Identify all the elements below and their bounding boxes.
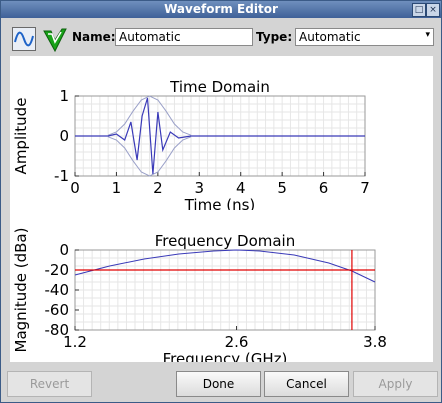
maximize-button[interactable]: □	[412, 3, 426, 17]
x-tick-label: 5	[277, 179, 287, 197]
window-title: Waveform Editor	[164, 2, 278, 16]
pulse-trace	[75, 97, 365, 175]
x-tick-label: 1	[112, 179, 122, 197]
type-select-value: Automatic	[299, 30, 361, 44]
y-tick-label: -60	[45, 301, 70, 319]
type-select[interactable]: Automatic ▾	[295, 28, 434, 46]
y-tick-label: 0	[59, 127, 69, 145]
done-button[interactable]: Done	[176, 371, 261, 397]
y-tick-label: -40	[45, 281, 70, 299]
time-domain-panel: 0 1 2 3 4 5 6 7 1 0 -1 Time Domain Time (ns) Amplitud…	[10, 56, 433, 216]
y-axis-label: Amplitude	[12, 98, 30, 175]
y-tick-label: -20	[45, 261, 70, 279]
x-tick-label: 4	[236, 179, 246, 197]
apply-button[interactable]: Apply	[353, 371, 438, 397]
y-tick-label: 1	[59, 87, 69, 105]
title-bar[interactable]: Waveform Editor □ ×	[1, 1, 441, 18]
y-axis-label: Magnitude (dBa)	[12, 228, 30, 353]
chart-title: Frequency Domain	[155, 232, 295, 250]
frequency-domain-panel: 1.2 2.6 3.8 0 -20 -40 -60 -80 Frequency Domain Fr…	[10, 210, 433, 368]
x-tick-label: 0	[70, 179, 80, 197]
time-domain-chart: 0 1 2 3 4 5 6 710-1Time DomainTime (ns)Amplitud…	[12, 78, 370, 214]
check-icon[interactable]	[42, 27, 67, 53]
chevron-down-icon: ▾	[425, 30, 430, 40]
x-tick-label: 6	[319, 179, 329, 197]
x-axis-label: Frequency (GHz)	[163, 350, 288, 362]
waveform-icon[interactable]	[12, 27, 36, 51]
close-button[interactable]: ×	[426, 3, 440, 17]
type-label: Type:	[256, 30, 293, 44]
revert-button[interactable]: Revert	[7, 371, 92, 397]
cancel-button[interactable]: Cancel	[264, 371, 349, 397]
name-label: Name:	[72, 30, 116, 44]
x-tick-label: 3	[195, 179, 205, 197]
y-tick-label: -80	[45, 321, 70, 339]
editor-content: Name: Automatic Type: Automatic ▾ 0 1 2 3 4 5…	[2, 18, 440, 402]
x-tick-label: 2	[153, 179, 163, 197]
y-tick-label: 0	[59, 241, 69, 259]
name-input[interactable]: Automatic	[115, 28, 253, 46]
chart-title: Time Domain	[169, 78, 270, 96]
frequency-domain-chart: 1.2 2.6 3.80-20-40-60-80Frequency DomainFr…	[12, 228, 387, 368]
x-tick-label: 2.6	[225, 333, 249, 351]
x-tick-label: 7	[360, 179, 370, 197]
y-tick-label: -1	[54, 167, 69, 185]
x-tick-label: 3.8	[363, 333, 387, 351]
waveform-editor-window: Waveform Editor □ × Name: Automatic Type…	[0, 0, 442, 403]
